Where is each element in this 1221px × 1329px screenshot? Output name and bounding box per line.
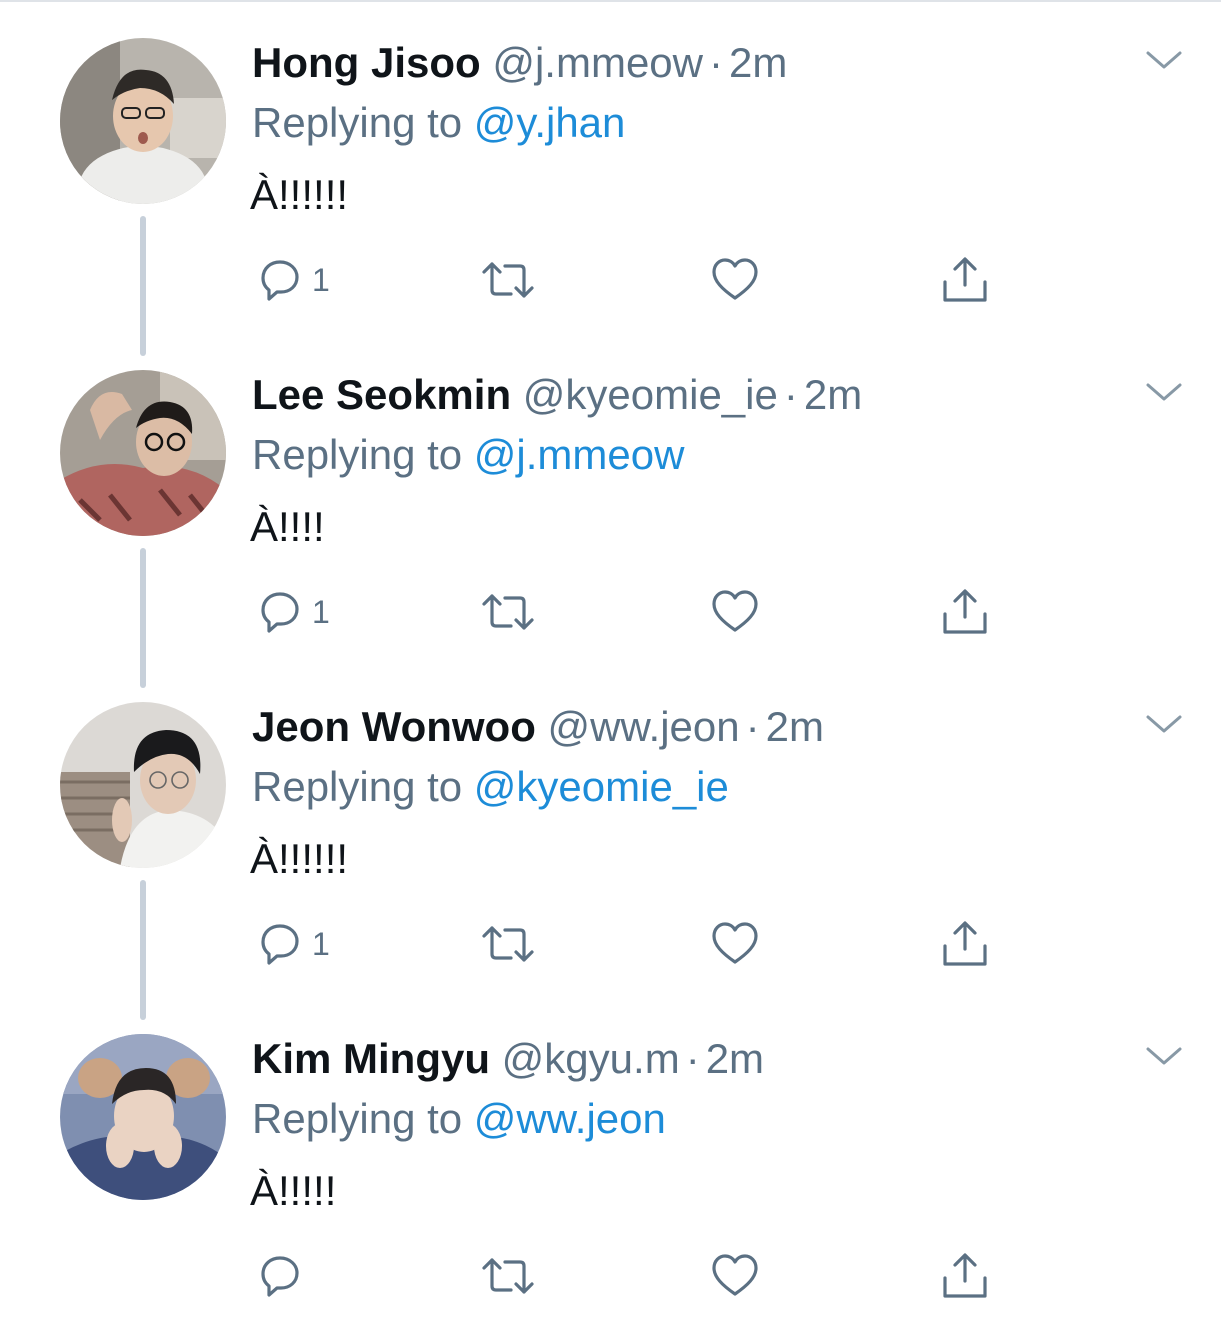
reply-icon xyxy=(261,260,299,301)
user-handle[interactable]: @kgyu.m xyxy=(502,1035,680,1082)
chevron-down-icon[interactable] xyxy=(1144,710,1184,738)
display-name[interactable]: Jeon Wonwoo xyxy=(252,703,536,750)
replying-to: Replying to @y.jhan xyxy=(252,96,625,150)
replying-to-label: Replying to xyxy=(252,99,463,146)
tweet-header: Lee Seokmin @kyeomie_ie · 2m xyxy=(252,368,862,422)
tweet-text: À!!!! xyxy=(250,503,325,550)
reply-button[interactable] xyxy=(254,1246,312,1306)
share-button[interactable] xyxy=(940,1246,990,1306)
replying-to-link[interactable]: @y.jhan xyxy=(474,99,626,146)
share-button[interactable] xyxy=(940,914,990,974)
separator-dot: · xyxy=(685,1035,700,1082)
avatar[interactable] xyxy=(60,702,226,868)
separator-dot: · xyxy=(783,371,798,418)
reply-icon xyxy=(261,592,299,633)
heart-icon xyxy=(712,258,758,300)
timestamp[interactable]: 2m xyxy=(706,1035,764,1082)
replying-to-label: Replying to xyxy=(252,763,463,810)
tweet-header: Hong Jisoo @j.mmeow · 2m xyxy=(252,36,787,90)
replying-to: Replying to @j.mmeow xyxy=(252,428,684,482)
retweet-icon xyxy=(482,594,534,630)
share-button[interactable] xyxy=(940,250,990,310)
reply-button[interactable]: 1 xyxy=(254,914,330,974)
retweet-icon xyxy=(482,926,534,962)
display-name[interactable]: Lee Seokmin xyxy=(252,371,511,418)
timestamp[interactable]: 2m xyxy=(766,703,824,750)
like-button[interactable] xyxy=(710,250,760,310)
replying-to-label: Replying to xyxy=(252,431,463,478)
reply-button[interactable]: 1 xyxy=(254,250,330,310)
tweet[interactable]: Kim Mingyu @kgyu.m · 2m Replying to @ww.je… xyxy=(0,996,1221,1328)
timestamp[interactable]: 2m xyxy=(804,371,862,418)
heart-icon xyxy=(712,590,758,632)
retweet-button[interactable] xyxy=(480,250,536,310)
like-button[interactable] xyxy=(710,914,760,974)
user-handle[interactable]: @kyeomie_ie xyxy=(523,371,778,418)
tweet-text: À!!!!!! xyxy=(250,171,349,218)
user-handle[interactable]: @ww.jeon xyxy=(548,703,740,750)
tweet-actions: 1 xyxy=(0,582,1221,642)
reply-count: 1 xyxy=(312,261,330,298)
retweet-button[interactable] xyxy=(480,1246,536,1306)
like-button[interactable] xyxy=(710,582,760,642)
display-name[interactable]: Hong Jisoo xyxy=(252,39,481,86)
tweet-actions: 1 xyxy=(0,914,1221,974)
replying-to-link[interactable]: @j.mmeow xyxy=(474,431,685,478)
tweet-actions: 1 xyxy=(0,250,1221,310)
share-icon xyxy=(943,257,987,302)
replying-to-label: Replying to xyxy=(252,1095,463,1142)
share-icon xyxy=(943,1253,987,1298)
tweet[interactable]: Lee Seokmin @kyeomie_ie · 2m Replying to @… xyxy=(0,332,1221,664)
replying-to-link[interactable]: @ww.jeon xyxy=(474,1095,666,1142)
tweet-header: Kim Mingyu @kgyu.m · 2m xyxy=(252,1032,764,1086)
timestamp[interactable]: 2m xyxy=(729,39,787,86)
heart-icon xyxy=(712,922,758,964)
tweet[interactable]: Jeon Wonwoo @ww.jeon · 2m Replying to @kye… xyxy=(0,664,1221,996)
heart-icon xyxy=(712,1254,758,1296)
reply-button[interactable]: 1 xyxy=(254,582,330,642)
replying-to-link[interactable]: @kyeomie_ie xyxy=(474,763,729,810)
separator-dot: · xyxy=(709,39,723,86)
share-button[interactable] xyxy=(940,582,990,642)
tweet-actions xyxy=(0,1246,1221,1306)
retweet-icon xyxy=(482,1258,534,1294)
user-handle[interactable]: @j.mmeow xyxy=(492,39,703,86)
tweet-text: À!!!!!! xyxy=(250,835,349,882)
replying-to: Replying to @ww.jeon xyxy=(252,1092,666,1146)
reply-icon xyxy=(261,924,299,965)
retweet-button[interactable] xyxy=(480,582,536,642)
share-icon xyxy=(943,589,987,634)
reply-count: 1 xyxy=(312,593,330,630)
display-name[interactable]: Kim Mingyu xyxy=(252,1035,490,1082)
avatar[interactable] xyxy=(60,370,226,536)
tweet[interactable]: Hong Jisoo @j.mmeow · 2m Replying to @y.jh… xyxy=(0,0,1221,332)
like-button[interactable] xyxy=(710,1246,760,1306)
avatar[interactable] xyxy=(60,38,226,204)
tweet-text: À!!!!! xyxy=(250,1167,337,1214)
retweet-icon xyxy=(482,262,534,298)
tweet-header: Jeon Wonwoo @ww.jeon · 2m xyxy=(252,700,824,754)
avatar[interactable] xyxy=(60,1034,226,1200)
retweet-button[interactable] xyxy=(480,914,536,974)
separator-dot: · xyxy=(745,703,760,750)
chevron-down-icon[interactable] xyxy=(1144,46,1184,74)
reply-count: 1 xyxy=(312,925,330,962)
reply-icon xyxy=(261,1256,299,1297)
share-icon xyxy=(943,921,987,966)
chevron-down-icon[interactable] xyxy=(1144,1042,1184,1070)
replying-to: Replying to @kyeomie_ie xyxy=(252,760,729,814)
chevron-down-icon[interactable] xyxy=(1144,378,1184,406)
